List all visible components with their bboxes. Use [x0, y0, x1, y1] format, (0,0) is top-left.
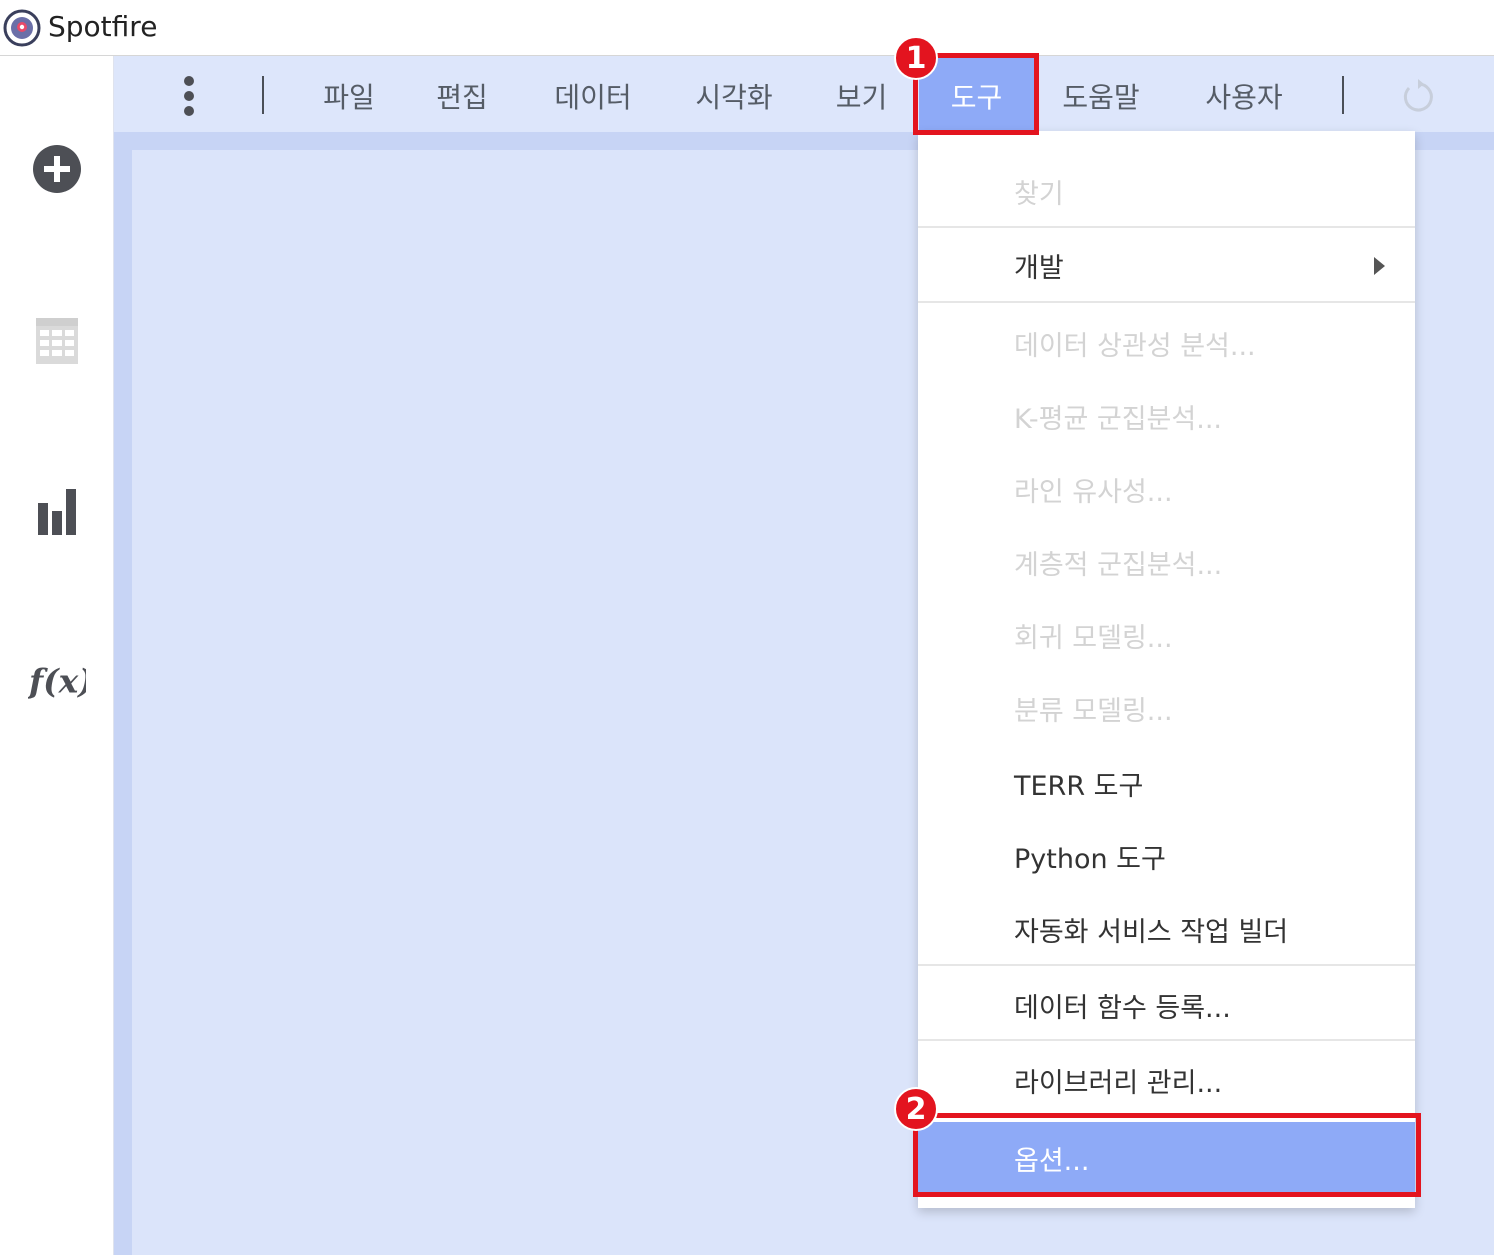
menu-divider — [918, 964, 1415, 966]
submenu-arrow-icon — [1374, 257, 1385, 275]
data-functions-button[interactable]: f(x) — [28, 652, 86, 710]
menu-item-hierarchical-clustering: 계층적 군집분석... — [1014, 550, 1223, 581]
menu-item-python-tools[interactable]: Python 도구 — [918, 820, 1415, 893]
menu-divider — [918, 301, 1415, 303]
table-icon — [36, 318, 78, 364]
title-bar: Spotfire — [0, 0, 1494, 56]
menu-item-line-similarity: 라인 유사성... — [1014, 477, 1173, 508]
step-1-badge: 1 — [894, 36, 938, 80]
menu-data[interactable]: 데이터 — [534, 70, 652, 122]
vertical-dots-icon — [184, 76, 194, 116]
menu-item-kmeans: K-평균 군집분석... — [1014, 404, 1222, 435]
menu-divider — [918, 1039, 1415, 1041]
menu-item-automation-builder[interactable]: 자동화 서비스 작업 빌더 — [918, 893, 1415, 966]
menu-item-register-data-function[interactable]: 데이터 함수 등록... — [918, 969, 1415, 1042]
menu-visualization[interactable]: 시각화 — [674, 70, 794, 122]
bar-chart-icon — [38, 489, 76, 535]
app-title: Spotfire — [48, 10, 158, 43]
menu-toolbar: 파일 편집 데이터 시각화 보기 도구 도움말 사용자 — [114, 56, 1494, 132]
menu-item-find: 찾기 — [1014, 179, 1064, 210]
add-data-button[interactable] — [28, 140, 86, 198]
menu-file[interactable]: 파일 — [304, 70, 394, 122]
toolbar-divider — [262, 76, 264, 114]
menu-item-classification: 분류 모델링... — [1014, 696, 1173, 727]
undo-icon — [1403, 79, 1433, 112]
toolbar-divider — [1342, 76, 1344, 114]
menu-help[interactable]: 도움말 — [1046, 70, 1156, 122]
menu-divider — [918, 226, 1415, 228]
menu-view[interactable]: 보기 — [819, 70, 904, 122]
data-table-button[interactable] — [28, 311, 86, 369]
svg-text:f(x): f(x) — [28, 662, 86, 701]
step-2-badge: 2 — [894, 1087, 938, 1131]
menu-item-correlation: 데이터 상관성 분석... — [1014, 331, 1256, 362]
undo-button[interactable] — [1396, 70, 1440, 122]
function-icon: f(x) — [28, 662, 86, 701]
menu-item-terr-tools[interactable]: TERR 도구 — [918, 747, 1415, 820]
highlight-box-options — [913, 1113, 1421, 1197]
menu-edit[interactable]: 편집 — [417, 70, 507, 122]
more-options-button[interactable] — [170, 70, 208, 122]
menu-user[interactable]: 사용자 — [1189, 70, 1299, 122]
menu-item-regression: 회귀 모델링... — [1014, 623, 1173, 654]
visualization-button[interactable] — [28, 482, 86, 540]
tools-dropdown-menu: 찾기 개발 데이터 상관성 분석... K-평균 군집분석... 라인 유사성.… — [918, 131, 1415, 1208]
menu-item-development[interactable]: 개발 — [918, 229, 1415, 302]
spotfire-logo-icon — [3, 9, 41, 47]
left-rail: f(x) — [0, 56, 114, 1255]
menu-item-library-management[interactable]: 라이브러리 관리... — [918, 1044, 1415, 1117]
plus-circle-icon — [33, 145, 81, 193]
